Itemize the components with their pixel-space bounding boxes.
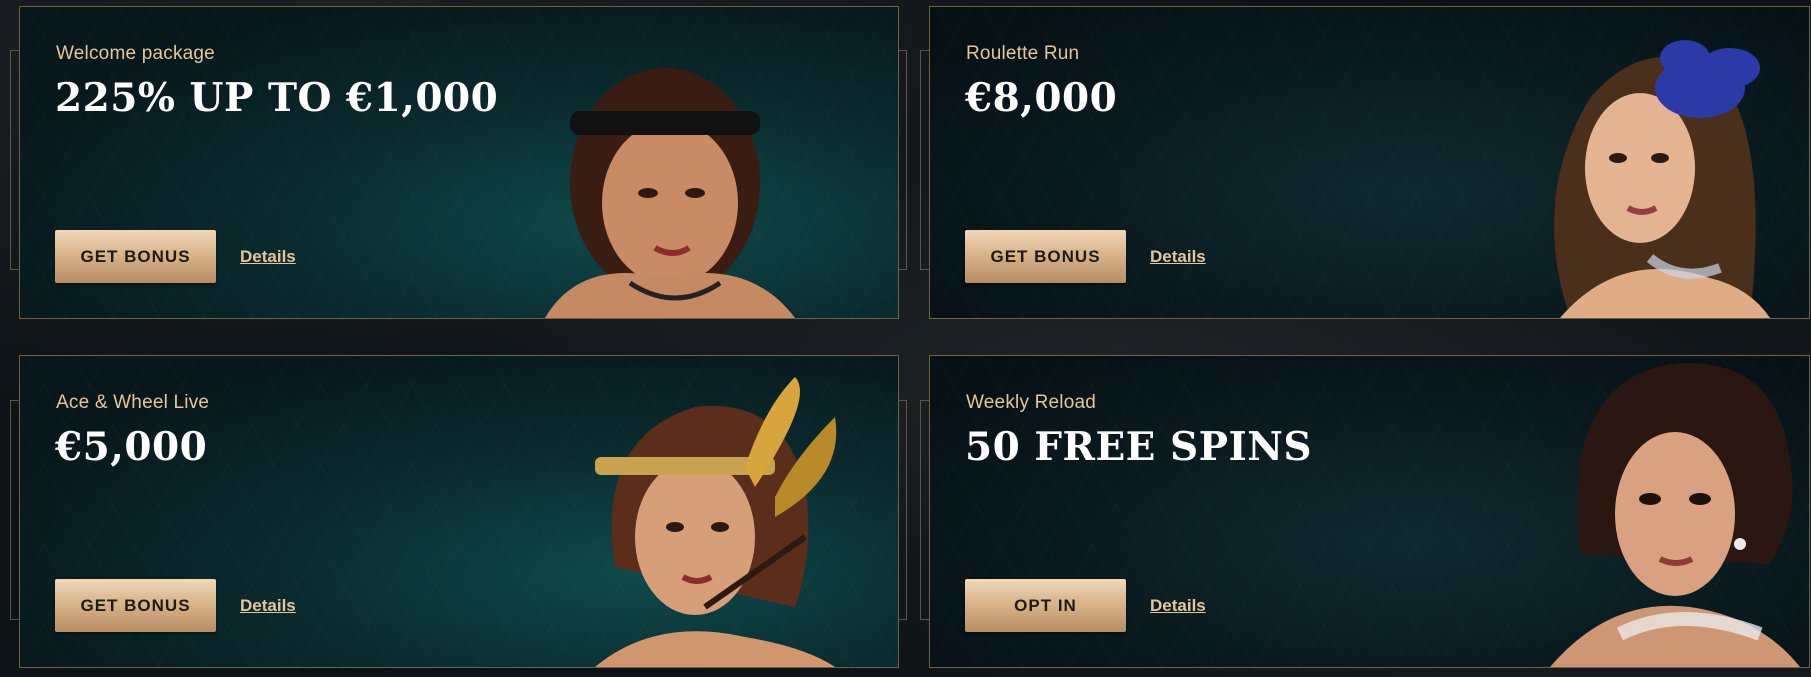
promo-portrait-image bbox=[530, 33, 830, 318]
promo-card-welcome-package: Welcome package 225% UP TO €1,000 GET BO… bbox=[19, 6, 899, 319]
promo-subtitle: Roulette Run bbox=[966, 43, 1080, 64]
promo-card-weekly-reload: Weekly Reload 50 FREE SPINS OPT IN Detai… bbox=[929, 355, 1810, 668]
promo-portrait-image bbox=[575, 367, 865, 667]
promo-subtitle: Ace & Wheel Live bbox=[56, 392, 210, 413]
details-link[interactable]: Details bbox=[240, 247, 296, 267]
opt-in-button[interactable]: OPT IN bbox=[965, 579, 1126, 632]
promo-portrait-image bbox=[1510, 356, 1809, 667]
details-link[interactable]: Details bbox=[1150, 247, 1206, 267]
promotions-page: Welcome package 225% UP TO €1,000 GET BO… bbox=[0, 0, 1811, 677]
details-link[interactable]: Details bbox=[240, 596, 296, 616]
promo-headline: €5,000 bbox=[55, 424, 208, 470]
get-bonus-button[interactable]: GET BONUS bbox=[965, 230, 1126, 283]
promo-card-ace-wheel-live: Ace & Wheel Live €5,000 GET BONUS Detail… bbox=[19, 355, 899, 668]
promo-headline: 225% UP TO €1,000 bbox=[55, 75, 499, 121]
promo-subtitle: Welcome package bbox=[56, 43, 215, 64]
details-link[interactable]: Details bbox=[1150, 596, 1206, 616]
promo-headline: 50 FREE SPINS bbox=[965, 424, 1313, 470]
promo-headline: €8,000 bbox=[965, 75, 1118, 121]
promo-card-roulette-run: Roulette Run €8,000 GET BONUS Details bbox=[929, 6, 1810, 319]
promo-subtitle: Weekly Reload bbox=[966, 392, 1097, 413]
get-bonus-button[interactable]: GET BONUS bbox=[55, 230, 216, 283]
get-bonus-button[interactable]: GET BONUS bbox=[55, 579, 216, 632]
promo-portrait-image bbox=[1500, 28, 1800, 318]
